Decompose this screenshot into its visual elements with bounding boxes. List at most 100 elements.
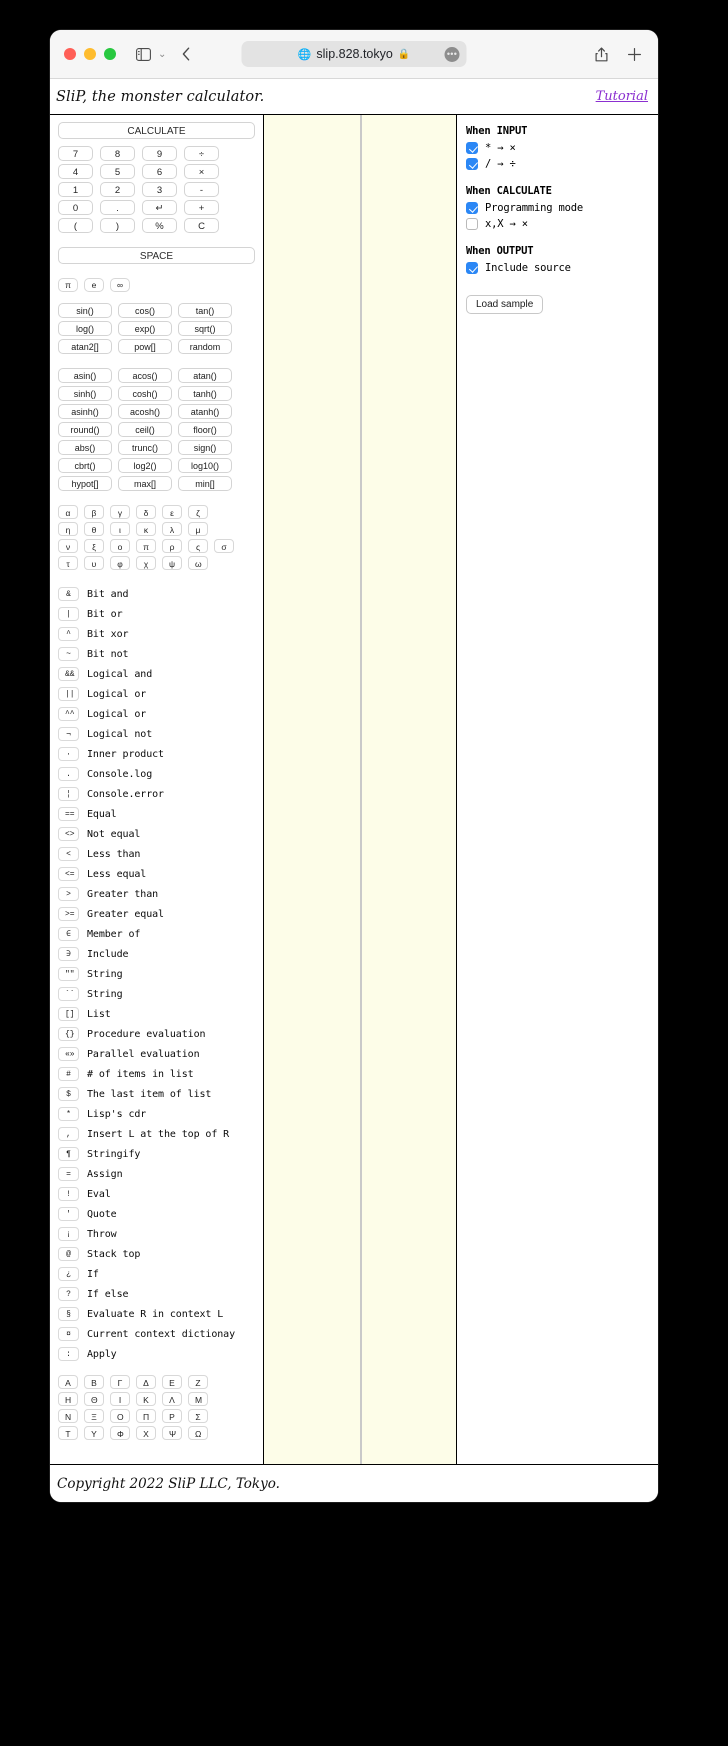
greek-upper-key[interactable]: Ο: [110, 1409, 130, 1423]
function-key[interactable]: sqrt(): [178, 321, 232, 336]
function-key[interactable]: asinh(): [58, 404, 112, 419]
function-key[interactable]: cbrt(): [58, 458, 112, 473]
operator-symbol-button[interactable]: ~: [58, 647, 79, 661]
function-key[interactable]: atan(): [178, 368, 232, 383]
greek-upper-key[interactable]: Κ: [136, 1392, 156, 1406]
greek-lower-key[interactable]: ο: [110, 539, 130, 553]
greek-upper-key[interactable]: Θ: [84, 1392, 104, 1406]
operator-symbol-button[interactable]: *: [58, 1107, 79, 1121]
operator-symbol-button[interactable]: ^: [58, 627, 79, 641]
numpad-key[interactable]: .: [100, 200, 135, 215]
function-key[interactable]: trunc(): [118, 440, 172, 455]
greek-lower-key[interactable]: π: [136, 539, 156, 553]
operator-symbol-button[interactable]: $: [58, 1087, 79, 1101]
operator-symbol-button[interactable]: ·: [58, 747, 79, 761]
greek-lower-key[interactable]: τ: [58, 556, 78, 570]
load-sample-button[interactable]: Load sample: [466, 295, 544, 314]
input-pane[interactable]: [264, 115, 362, 1464]
operator-symbol-button[interactable]: <=: [58, 867, 79, 881]
operator-symbol-button[interactable]: >: [58, 887, 79, 901]
numpad-key[interactable]: 6: [142, 164, 177, 179]
operator-symbol-button[interactable]: &&: [58, 667, 79, 681]
greek-upper-key[interactable]: Ζ: [188, 1375, 208, 1389]
greek-lower-key[interactable]: ζ: [188, 505, 208, 519]
greek-upper-key[interactable]: Α: [58, 1375, 78, 1389]
function-key[interactable]: random: [178, 339, 232, 354]
function-key[interactable]: tanh(): [178, 386, 232, 401]
function-key[interactable]: tan(): [178, 303, 232, 318]
greek-lower-key[interactable]: ι: [110, 522, 130, 536]
share-icon[interactable]: [595, 47, 608, 62]
operator-symbol-button[interactable]: @: [58, 1247, 79, 1261]
greek-upper-key[interactable]: Π: [136, 1409, 156, 1423]
calculate-button[interactable]: CALCULATE: [58, 122, 255, 139]
greek-upper-key[interactable]: Ε: [162, 1375, 182, 1389]
function-key[interactable]: floor(): [178, 422, 232, 437]
operator-symbol-button[interactable]: #: [58, 1067, 79, 1081]
function-key[interactable]: sinh(): [58, 386, 112, 401]
constant-key[interactable]: ∞: [110, 278, 130, 292]
greek-upper-key[interactable]: Γ: [110, 1375, 130, 1389]
greek-upper-key[interactable]: Ν: [58, 1409, 78, 1423]
greek-upper-key[interactable]: Ψ: [162, 1426, 182, 1440]
back-button[interactable]: [182, 47, 190, 61]
settings-checkbox[interactable]: [466, 202, 478, 214]
greek-upper-key[interactable]: Δ: [136, 1375, 156, 1389]
operator-symbol-button[interactable]: ¡: [58, 1227, 79, 1241]
numpad-key[interactable]: 2: [100, 182, 135, 197]
operator-symbol-button[interactable]: ¦: [58, 787, 79, 801]
settings-checkbox[interactable]: [466, 218, 478, 230]
settings-checkbox[interactable]: [466, 158, 478, 170]
operator-symbol-button[interactable]: {}: [58, 1027, 79, 1041]
space-button[interactable]: SPACE: [58, 247, 255, 264]
operator-symbol-button[interactable]: §: [58, 1307, 79, 1321]
greek-upper-key[interactable]: Ρ: [162, 1409, 182, 1423]
operator-symbol-button[interactable]: ¿: [58, 1267, 79, 1281]
numpad-key[interactable]: 0: [58, 200, 93, 215]
greek-lower-key[interactable]: ψ: [162, 556, 182, 570]
greek-upper-key[interactable]: Υ: [84, 1426, 104, 1440]
operator-symbol-button[interactable]: ¶: [58, 1147, 79, 1161]
minimize-window-button[interactable]: [84, 48, 96, 60]
function-key[interactable]: ceil(): [118, 422, 172, 437]
function-key[interactable]: pow[]: [118, 339, 172, 354]
operator-symbol-button[interactable]: &: [58, 587, 79, 601]
operator-symbol-button[interactable]: ^^: [58, 707, 79, 721]
greek-upper-key[interactable]: Ξ: [84, 1409, 104, 1423]
function-key[interactable]: sin(): [58, 303, 112, 318]
tutorial-link[interactable]: Tutorial: [596, 89, 648, 104]
operator-symbol-button[interactable]: ||: [58, 687, 79, 701]
greek-lower-key[interactable]: δ: [136, 505, 156, 519]
numpad-key[interactable]: +: [184, 200, 219, 215]
chevron-down-icon[interactable]: ⌄: [158, 49, 166, 60]
function-key[interactable]: log(): [58, 321, 112, 336]
greek-lower-key[interactable]: υ: [84, 556, 104, 570]
function-key[interactable]: abs(): [58, 440, 112, 455]
sidebar-icon[interactable]: [136, 47, 151, 61]
greek-upper-key[interactable]: Ω: [188, 1426, 208, 1440]
operator-symbol-button[interactable]: <: [58, 847, 79, 861]
operator-symbol-button[interactable]: ': [58, 1207, 79, 1221]
greek-lower-key[interactable]: α: [58, 505, 78, 519]
function-key[interactable]: exp(): [118, 321, 172, 336]
settings-checkbox[interactable]: [466, 262, 478, 274]
operator-symbol-button[interactable]: ∋: [58, 947, 79, 961]
numpad-key[interactable]: 3: [142, 182, 177, 197]
numpad-key[interactable]: ↵: [142, 200, 177, 215]
greek-upper-key[interactable]: Λ: [162, 1392, 182, 1406]
numpad-key[interactable]: 1: [58, 182, 93, 197]
greek-upper-key[interactable]: Χ: [136, 1426, 156, 1440]
settings-checkbox[interactable]: [466, 142, 478, 154]
function-key[interactable]: cos(): [118, 303, 172, 318]
operator-symbol-button[interactable]: <>: [58, 827, 79, 841]
operator-symbol-button[interactable]: []: [58, 1007, 79, 1021]
greek-upper-key[interactable]: Η: [58, 1392, 78, 1406]
greek-lower-key[interactable]: γ: [110, 505, 130, 519]
operator-symbol-button[interactable]: |: [58, 607, 79, 621]
function-key[interactable]: asin(): [58, 368, 112, 383]
function-key[interactable]: hypot[]: [58, 476, 112, 491]
operator-symbol-button[interactable]: ¤: [58, 1327, 79, 1341]
greek-lower-key[interactable]: η: [58, 522, 78, 536]
numpad-key[interactable]: C: [184, 218, 219, 233]
operator-symbol-button[interactable]: .: [58, 767, 79, 781]
